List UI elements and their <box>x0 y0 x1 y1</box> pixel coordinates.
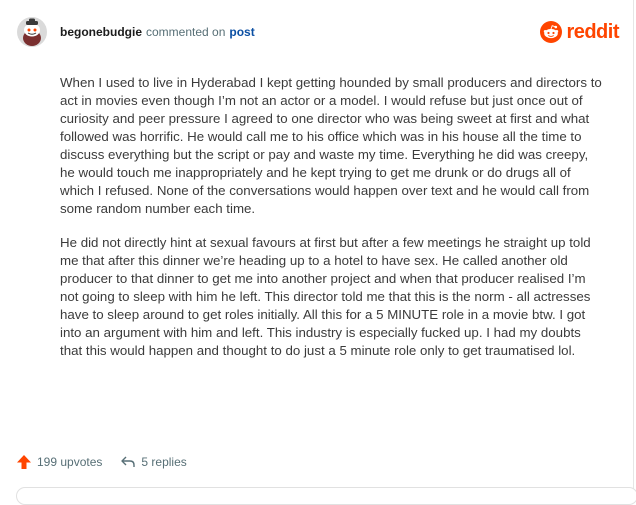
comment-meta: begonebudgie commented on post <box>60 24 255 40</box>
username-link[interactable]: begonebudgie <box>60 24 142 40</box>
reply-count: 5 replies <box>141 455 187 469</box>
comment-footer: 199 upvotes 5 replies <box>16 454 187 470</box>
comment-header: begonebudgie commented on post reddit <box>17 15 619 49</box>
upvote-arrow-icon <box>16 454 32 470</box>
reddit-logo-icon <box>540 21 563 43</box>
snoo-avatar-icon[interactable] <box>17 17 47 47</box>
upvote-button[interactable]: 199 upvotes <box>16 454 102 470</box>
upvote-count: 199 upvotes <box>37 455 103 469</box>
replies-button[interactable]: 5 replies <box>120 454 187 470</box>
next-comment-edge <box>16 487 636 505</box>
comment-paragraph: When I used to live in Hyderabad I kept … <box>60 75 602 216</box>
comment-body: When I used to live in Hyderabad I kept … <box>60 74 606 376</box>
reply-arrow-icon <box>120 454 136 470</box>
post-link[interactable]: post <box>229 24 254 40</box>
reddit-brand[interactable]: reddit <box>540 21 619 44</box>
comment-card: begonebudgie commented on post reddit Wh… <box>0 0 636 505</box>
comment-paragraph: He did not directly hint at sexual favou… <box>60 235 591 358</box>
action-text: commented on <box>146 25 226 39</box>
reddit-wordmark: reddit <box>566 20 619 43</box>
